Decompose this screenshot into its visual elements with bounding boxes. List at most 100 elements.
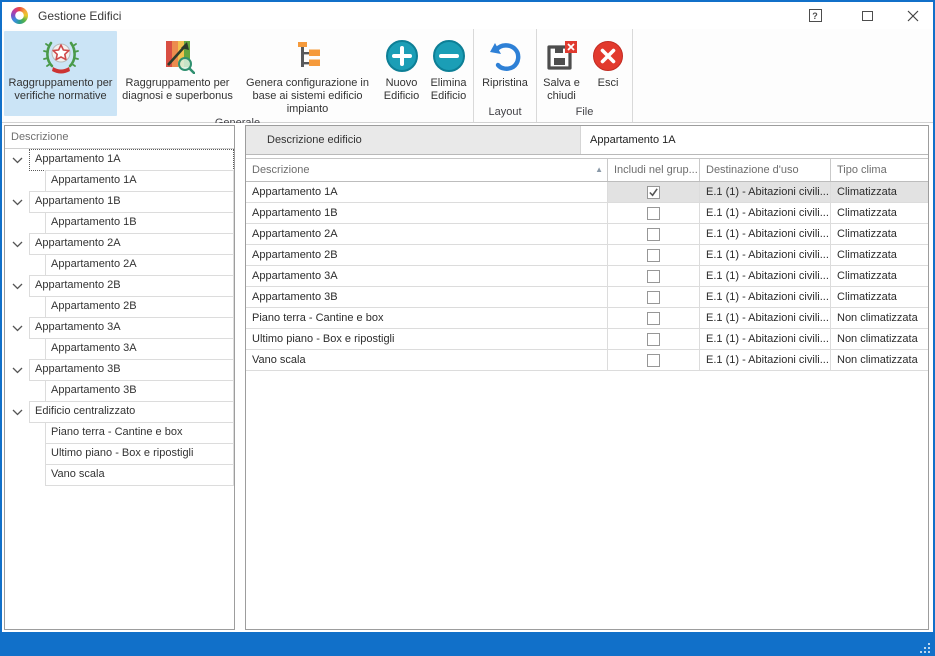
cell-destinazione: E.1 (1) - Abitazioni civili... <box>700 329 831 350</box>
title-bar: Gestione Edifici ? <box>2 2 933 29</box>
genera-configurazione-button[interactable]: Genera configurazione in base ai sistemi… <box>238 31 377 116</box>
tree-child-node[interactable]: Appartamento 2B <box>5 297 234 318</box>
emblem-italy-icon <box>43 35 79 77</box>
ribbon-button-label: Salva e chiudi <box>541 77 582 103</box>
chevron-down-icon[interactable] <box>5 234 29 255</box>
tree-node-label: Appartamento 2A <box>45 254 234 276</box>
plus-circle-icon <box>385 35 419 77</box>
tree-node-label: Ultimo piano - Box e ripostigli <box>45 443 234 465</box>
table-row[interactable]: Appartamento 3AE.1 (1) - Abitazioni civi… <box>246 266 928 287</box>
raggruppamento-diagnosi-button[interactable]: Raggruppamento per diagnosi e superbonus <box>119 31 236 116</box>
tree-child-node[interactable]: Piano terra - Cantine e box <box>5 423 234 444</box>
tree-node[interactable]: Appartamento 2B <box>5 276 234 297</box>
chevron-down-icon[interactable] <box>5 360 29 381</box>
window-title: Gestione Edifici <box>38 9 121 23</box>
ribbon-button-label: Raggruppamento per diagnosi e superbonus <box>121 77 234 103</box>
includi-checkbox[interactable] <box>647 249 660 262</box>
column-header-includi[interactable]: Includi nel grup... <box>608 159 700 181</box>
tree-node[interactable]: Appartamento 3A <box>5 318 234 339</box>
grid-rows: Appartamento 1A E.1 (1) - Abitazioni civi… <box>246 182 928 371</box>
table-row[interactable]: Appartamento 2BE.1 (1) - Abitazioni civi… <box>246 245 928 266</box>
cell-tipo-clima: Climatizzata <box>831 266 928 287</box>
ribbon-button-label: Genera configurazione in base ai sistemi… <box>240 77 375 116</box>
cell-includi <box>608 203 700 224</box>
nuovo-edificio-button[interactable]: Nuovo Edificio <box>379 31 424 116</box>
ribbon-group-label: Layout <box>474 105 536 122</box>
chevron-down-icon[interactable] <box>5 192 29 213</box>
tree-child-node[interactable]: Appartamento 1A <box>5 171 234 192</box>
tree-child-node[interactable]: Vano scala <box>5 465 234 486</box>
chevron-down-icon[interactable] <box>5 150 29 171</box>
tree-node[interactable]: Appartamento 1B <box>5 192 234 213</box>
tree-node[interactable]: Appartamento 1A <box>5 150 234 171</box>
help-button[interactable]: ? <box>800 3 830 29</box>
raggruppamento-verifiche-button[interactable]: Raggruppamento per verifiche normative <box>4 31 117 116</box>
tree-node[interactable]: Edificio centralizzato <box>5 402 234 423</box>
table-row[interactable]: Appartamento 3BE.1 (1) - Abitazioni civi… <box>246 287 928 308</box>
ribbon-group-generale: Raggruppamento per verifiche normative <box>2 29 474 122</box>
includi-checkbox[interactable] <box>647 291 660 304</box>
cell-includi <box>608 245 700 266</box>
esci-button[interactable]: Esci <box>586 31 630 105</box>
cell-tipo-clima: Climatizzata <box>831 203 928 224</box>
ribbon-button-label: Nuovo Edificio <box>381 77 422 103</box>
tree-column-header[interactable]: Descrizione <box>5 126 234 149</box>
save-close-icon <box>544 35 580 77</box>
units-grid: Descrizione ▲ Includi nel grup... Destin… <box>246 158 928 629</box>
cell-descrizione: Piano terra - Cantine e box <box>246 308 608 329</box>
table-row[interactable]: Appartamento 1AE.1 (1) - Abitazioni civi… <box>246 182 928 203</box>
cell-includi <box>608 329 700 350</box>
cell-tipo-clima: Non climatizzata <box>831 308 928 329</box>
tree-child-node[interactable]: Appartamento 3B <box>5 381 234 402</box>
help-icon: ? <box>809 9 822 22</box>
descrizione-edificio-label: Descrizione edificio <box>246 126 581 154</box>
column-header-descrizione[interactable]: Descrizione ▲ <box>246 159 608 181</box>
panel-splitter[interactable] <box>235 125 245 630</box>
cell-destinazione: E.1 (1) - Abitazioni civili... <box>700 203 831 224</box>
includi-checkbox[interactable] <box>647 186 660 199</box>
ripristina-button[interactable]: Ripristina <box>476 31 534 105</box>
includi-checkbox[interactable] <box>647 270 660 283</box>
includi-checkbox[interactable] <box>647 207 660 220</box>
table-row[interactable]: Ultimo piano - Box e ripostigliE.1 (1) -… <box>246 329 928 350</box>
cell-includi <box>608 308 700 329</box>
maximize-button[interactable] <box>852 3 882 29</box>
includi-checkbox[interactable] <box>647 228 660 241</box>
resize-grip[interactable] <box>918 641 930 653</box>
buildings-tree-panel: Descrizione Appartamento 1AAppartamento … <box>4 125 235 630</box>
chevron-down-icon[interactable] <box>5 402 29 423</box>
tree-child-node[interactable]: Appartamento 2A <box>5 255 234 276</box>
column-header-tipo-clima[interactable]: Tipo clima <box>831 159 928 181</box>
chevron-down-icon[interactable] <box>5 318 29 339</box>
tree-node[interactable]: Appartamento 2A <box>5 234 234 255</box>
close-button[interactable] <box>898 3 928 29</box>
tree-node-label: Appartamento 3B <box>45 380 234 402</box>
table-row[interactable]: Vano scalaE.1 (1) - Abitazioni civili...… <box>246 350 928 371</box>
tree-child-node[interactable]: Appartamento 3A <box>5 339 234 360</box>
cell-includi <box>608 287 700 308</box>
cell-tipo-clima: Climatizzata <box>831 224 928 245</box>
cell-destinazione: E.1 (1) - Abitazioni civili... <box>700 245 831 266</box>
chevron-down-icon[interactable] <box>5 276 29 297</box>
cell-descrizione: Appartamento 1B <box>246 203 608 224</box>
tree-node[interactable]: Appartamento 3B <box>5 360 234 381</box>
includi-checkbox[interactable] <box>647 354 660 367</box>
tree-child-node[interactable]: Ultimo piano - Box e ripostigli <box>5 444 234 465</box>
tree-child-node[interactable]: Appartamento 1B <box>5 213 234 234</box>
column-header-destinazione[interactable]: Destinazione d'uso <box>700 159 831 181</box>
cell-descrizione: Vano scala <box>246 350 608 371</box>
cell-descrizione: Appartamento 1A <box>246 182 608 203</box>
includi-checkbox[interactable] <box>647 333 660 346</box>
cell-includi <box>608 182 700 203</box>
table-row[interactable]: Piano terra - Cantine e boxE.1 (1) - Abi… <box>246 308 928 329</box>
cell-destinazione: E.1 (1) - Abitazioni civili... <box>700 266 831 287</box>
table-row[interactable]: Appartamento 2AE.1 (1) - Abitazioni civi… <box>246 224 928 245</box>
ribbon-button-label: Elimina Edificio <box>428 77 469 103</box>
table-row[interactable]: Appartamento 1B E.1 (1) - Abitazioni civi… <box>246 203 928 224</box>
cell-tipo-clima: Non climatizzata <box>831 329 928 350</box>
includi-checkbox[interactable] <box>647 312 660 325</box>
cell-destinazione: E.1 (1) - Abitazioni civili... <box>700 224 831 245</box>
salva-e-chiudi-button[interactable]: Salva e chiudi <box>539 31 584 105</box>
descrizione-edificio-field[interactable]: Appartamento 1A <box>581 126 928 154</box>
elimina-edificio-button[interactable]: Elimina Edificio <box>426 31 471 116</box>
